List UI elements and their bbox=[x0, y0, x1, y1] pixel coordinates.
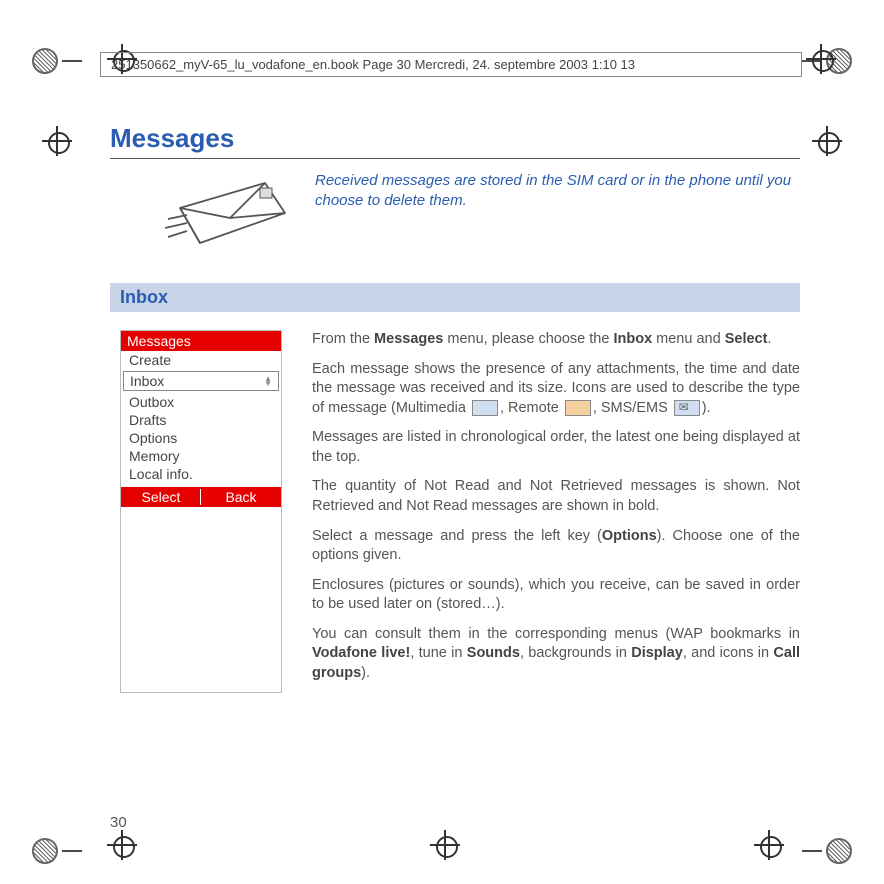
book-info-text: 251350662_myV-65_lu_vodafone_en.book Pag… bbox=[111, 57, 635, 72]
sms-icon bbox=[674, 400, 700, 416]
softkey-select[interactable]: Select bbox=[121, 487, 201, 507]
reg-mark-bottom-left bbox=[32, 838, 82, 864]
section-heading: Inbox bbox=[110, 283, 800, 312]
spinner-icon: ▲▼ bbox=[264, 376, 272, 386]
reg-mark-top-left bbox=[32, 48, 82, 74]
crosshair-bottom-right bbox=[754, 830, 784, 860]
envelope-illustration bbox=[165, 173, 295, 253]
crosshair-mid-left bbox=[42, 126, 72, 156]
menu-item: Options bbox=[121, 429, 281, 447]
menu-item: Local info. bbox=[121, 465, 281, 483]
title-rule bbox=[110, 158, 800, 159]
reg-mark-bottom-right bbox=[802, 838, 852, 864]
crosshair-top-right bbox=[806, 44, 836, 74]
menu-item: Outbox bbox=[121, 393, 281, 411]
menu-item-create: Create bbox=[121, 351, 281, 369]
book-info-frame: 251350662_myV-65_lu_vodafone_en.book Pag… bbox=[100, 52, 802, 77]
phone-menu-screenshot: Messages Create Inbox ▲▼ Outbox Drafts O… bbox=[120, 330, 282, 693]
menu-title: Messages bbox=[121, 331, 281, 351]
crosshair-bottom-left bbox=[107, 830, 137, 860]
menu-selected-item: Inbox ▲▼ bbox=[123, 371, 279, 391]
menu-item: Memory bbox=[121, 447, 281, 465]
crosshair-mid-right bbox=[812, 126, 842, 156]
body-text: From the Messages menu, please choose th… bbox=[312, 330, 800, 693]
intro-text: Received messages are stored in the SIM … bbox=[315, 171, 800, 253]
softkey-back[interactable]: Back bbox=[201, 487, 281, 507]
menu-item: Drafts bbox=[121, 411, 281, 429]
crosshair-bottom-center bbox=[430, 830, 460, 860]
mms-icon bbox=[472, 400, 498, 416]
page-number: 30 bbox=[110, 814, 127, 831]
page-title: Messages bbox=[110, 123, 800, 154]
remote-icon bbox=[565, 400, 591, 416]
